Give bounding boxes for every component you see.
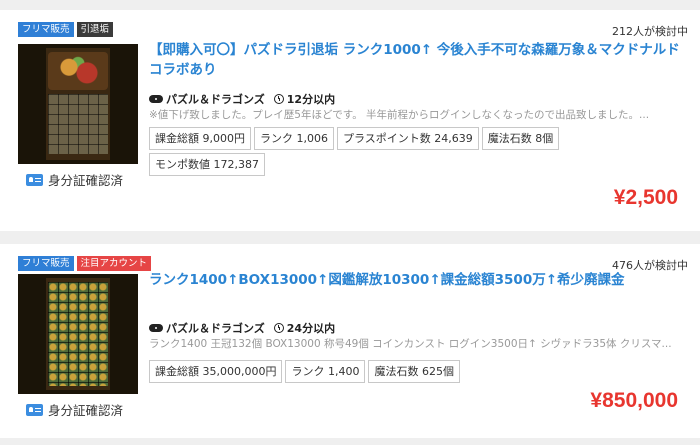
spec-tag: モンポ数値 172,387 xyxy=(149,153,265,176)
listing-price: ¥850,000 xyxy=(590,389,678,412)
clock-icon xyxy=(273,94,284,104)
listing-title[interactable]: 【即購入可〇】パズドラ引退垢 ランク1000↑ 今後入手不可な森羅万象＆マクドナ… xyxy=(149,40,684,80)
gamepad-icon xyxy=(149,324,163,332)
listing-description: ※値下げ致しました。プレイ歴5年ほどです。 半年前程からログインしなくなったので… xyxy=(149,109,650,121)
spec-tag: 魔法石数 625個 xyxy=(368,360,460,383)
listing-thumbnail[interactable] xyxy=(18,44,138,164)
delivery-time: 12分以内 xyxy=(286,93,336,106)
spec-tag: 課金総額 35,000,000円 xyxy=(149,360,283,383)
listing-description: ランク1400 王冠132個 BOX13000 称号49個 コインカンスト ログ… xyxy=(149,338,672,350)
watcher-count: 212人が検討中 xyxy=(612,25,688,38)
badge-flea-market: フリマ販売 xyxy=(18,22,74,37)
spec-tag: 課金総額 9,000円 xyxy=(149,127,251,150)
spec-tags: 課金総額 35,000,000円 ランク 1,400 魔法石数 625個 xyxy=(149,360,579,383)
id-verified-label: 身分証確認済 xyxy=(26,170,123,189)
listing-thumbnail[interactable] xyxy=(18,274,138,394)
spec-tag: プラスポイント数 24,639 xyxy=(337,127,479,150)
listing-card[interactable]: フリマ販売 注目アカウント 476人が検討中 身分証確認済 ランク1400↑BO… xyxy=(0,244,700,438)
listing-meta: パズル＆ドラゴンズ 12分以内 xyxy=(149,91,335,107)
clock-icon xyxy=(273,323,284,333)
badge-group: フリマ販売 注目アカウント xyxy=(18,256,152,271)
spec-tag: 魔法石数 8個 xyxy=(481,127,560,150)
spec-tags: 課金総額 9,000円 ランク 1,006 プラスポイント数 24,639 魔法… xyxy=(149,127,579,176)
game-name: パズル＆ドラゴンズ xyxy=(166,322,265,335)
spec-tag: ランク 1,006 xyxy=(254,127,334,150)
listing-title[interactable]: ランク1400↑BOX13000↑図鑑解放10300↑課金総額3500万↑希少廃… xyxy=(149,270,684,290)
badge-retired-account: 引退垢 xyxy=(76,22,114,37)
listing-meta: パズル＆ドラゴンズ 24分以内 xyxy=(149,320,335,336)
id-card-icon xyxy=(26,403,43,416)
id-card-icon xyxy=(26,173,43,186)
monster-grid xyxy=(48,94,108,154)
spec-tag: ランク 1,400 xyxy=(285,360,366,383)
id-verified-text: 身分証確認済 xyxy=(48,173,124,188)
game-name: パズル＆ドラゴンズ xyxy=(166,93,265,106)
monster-grid xyxy=(48,282,108,386)
badge-flea-market: フリマ販売 xyxy=(18,256,74,271)
badge-group: フリマ販売 引退垢 xyxy=(18,22,114,37)
id-verified-label: 身分証確認済 xyxy=(26,400,123,419)
gamepad-icon xyxy=(149,95,163,103)
delivery-time: 24分以内 xyxy=(286,322,336,335)
listing-card[interactable]: フリマ販売 引退垢 212人が検討中 身分証確認済 【即購入可〇】パズドラ引退垢… xyxy=(0,10,700,231)
badge-featured-account: 注目アカウント xyxy=(76,256,152,271)
listing-price: ¥2,500 xyxy=(613,186,678,209)
monster-art xyxy=(48,52,108,90)
id-verified-text: 身分証確認済 xyxy=(48,403,124,418)
